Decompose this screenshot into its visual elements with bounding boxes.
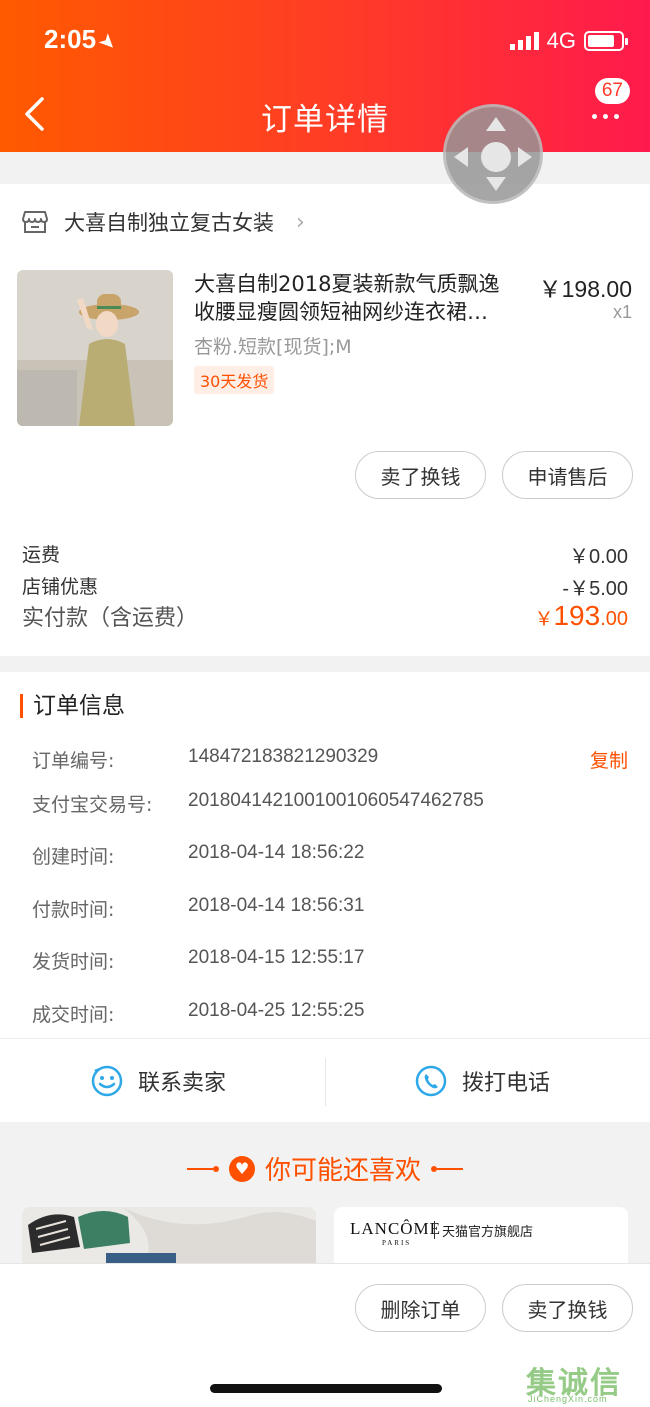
order-number-value: 148472183821290329: [188, 746, 379, 767]
completed-time-label: 成交时间:: [32, 1004, 115, 1026]
page-title: 订单详情: [261, 102, 389, 138]
more-dots-icon: [592, 114, 619, 119]
call-phone-label: 拨打电话: [462, 1071, 551, 1096]
delete-order-button[interactable]: 删除订单: [355, 1284, 486, 1332]
apply-after-sale-button[interactable]: 申请售后: [502, 451, 633, 499]
shipped-time-label: 发货时间:: [32, 951, 115, 973]
paid-time-value: 2018-04-14 18:56:31: [188, 895, 365, 916]
shipped-time-value: 2018-04-15 12:55:17: [188, 947, 365, 968]
product-quantity: x1: [612, 302, 632, 322]
bottom-sell-for-cash-button[interactable]: 卖了换钱: [502, 1284, 633, 1332]
recommend-title-text: 你可能还喜欢: [264, 1156, 421, 1186]
brand-separator: [434, 1221, 435, 1239]
network-type: 4G: [546, 28, 576, 53]
total-integer: 193: [553, 600, 601, 631]
arrow-left-icon: [454, 147, 468, 167]
arrow-right-icon: [518, 147, 532, 167]
vertical-divider: [325, 1058, 326, 1106]
location-arrow-icon: ➤: [95, 29, 121, 55]
paid-time-label: 付款时间:: [32, 899, 115, 921]
heart-icon: ♥: [228, 1155, 255, 1182]
shipping-value: ￥0.00: [569, 546, 628, 568]
total-paid-row: 实付款（含运费） ￥193.00: [22, 600, 628, 632]
message-count-badge: 67: [594, 78, 630, 104]
assistive-touch-button[interactable]: [443, 104, 543, 204]
discount-value: -￥5.00: [562, 578, 628, 600]
arrow-down-icon: [486, 177, 506, 191]
shop-link[interactable]: 大喜自制独立复古女装 ›: [22, 206, 305, 238]
chat-smile-icon: [91, 1065, 123, 1097]
product-thumbnail[interactable]: [17, 270, 173, 426]
contact-seller-button[interactable]: 联系卖家: [90, 1040, 226, 1122]
recommend-item-image[interactable]: [22, 1207, 316, 1267]
order-product-card: 大喜自制独立复古女装 › 大喜自制2018夏装新款气质飘逸 收腰显瘦圆领短袖网纱…: [0, 184, 650, 656]
sell-for-cash-button[interactable]: 卖了换钱: [355, 451, 486, 499]
status-indicators: 4G: [509, 28, 628, 54]
order-info-card: 订单信息 订单编号: 148472183821290329 复制 支付宝交易号:…: [0, 672, 650, 1122]
brand-store-name: 天猫官方旗舰店: [442, 1225, 534, 1240]
call-phone-button[interactable]: 拨打电话: [414, 1040, 550, 1122]
shop-name: 大喜自制独立复古女装: [64, 211, 274, 235]
product-sku: 杏粉.短款[现货];M: [194, 336, 352, 358]
home-indicator[interactable]: [210, 1384, 442, 1393]
signal-bars-icon: [509, 32, 539, 50]
watermark: 集诚信 JiChengXin.com: [526, 1356, 642, 1406]
product-title-line2: 收腰显瘦圆领短袖网纱连衣裙…: [194, 300, 488, 324]
center-dot-icon: [481, 142, 511, 172]
decor-line-right-icon: [431, 1165, 463, 1172]
product-title-line1: 大喜自制2018夏装新款气质飘逸: [194, 272, 500, 296]
brand-logo: LANCÔME: [350, 1219, 442, 1238]
more-button[interactable]: 67: [584, 78, 630, 126]
chevron-right-icon: ›: [296, 209, 305, 235]
total-decimal: .00: [600, 608, 628, 630]
total-currency: ￥: [534, 609, 554, 630]
product-price: ￥198.00: [538, 276, 632, 302]
completed-time-value: 2018-04-25 12:55:25: [188, 1000, 365, 1021]
shipping-label: 运费: [22, 544, 61, 566]
product-title[interactable]: 大喜自制2018夏装新款气质飘逸 收腰显瘦圆领短袖网纱连衣裙…: [194, 270, 524, 326]
contact-seller-label: 联系卖家: [138, 1071, 227, 1096]
created-time-value: 2018-04-14 18:56:22: [188, 842, 365, 863]
arrow-up-icon: [486, 117, 506, 131]
created-time-label: 创建时间:: [32, 846, 115, 868]
recommend-store-card[interactable]: LANCÔME PARIS 天猫官方旗舰店: [334, 1207, 628, 1267]
divider: [0, 1038, 650, 1039]
discount-row: 店铺优惠 -￥5.00: [22, 572, 628, 601]
brand-sub: PARIS: [382, 1239, 412, 1247]
copy-button[interactable]: 复制: [590, 746, 628, 773]
watermark-url: JiChengXin.com: [528, 1394, 608, 1404]
header: 2:05➤ 4G 订单详情 67: [0, 0, 650, 152]
shop-icon: [22, 211, 48, 233]
battery-icon: [584, 31, 628, 51]
shipping-fee-row: 运费 ￥0.00: [22, 540, 628, 569]
alipay-trade-value: 2018041421001001060547462785: [188, 790, 484, 811]
delivery-tag: 30天发货: [194, 366, 275, 394]
status-time: 2:05➤: [44, 24, 120, 55]
total-label: 实付款（含运费）: [22, 606, 199, 631]
decor-line-left-icon: [186, 1165, 219, 1172]
total-value: ￥193.00: [534, 600, 628, 632]
order-info-title: 订单信息: [20, 694, 125, 718]
alipay-trade-label: 支付宝交易号:: [32, 794, 153, 816]
discount-label: 店铺优惠: [22, 576, 99, 598]
order-number-label: 订单编号:: [32, 750, 115, 772]
phone-icon: [415, 1065, 447, 1097]
status-time-text: 2:05: [44, 24, 97, 54]
recommend-title: ♥ 你可能还喜欢: [0, 1150, 650, 1187]
